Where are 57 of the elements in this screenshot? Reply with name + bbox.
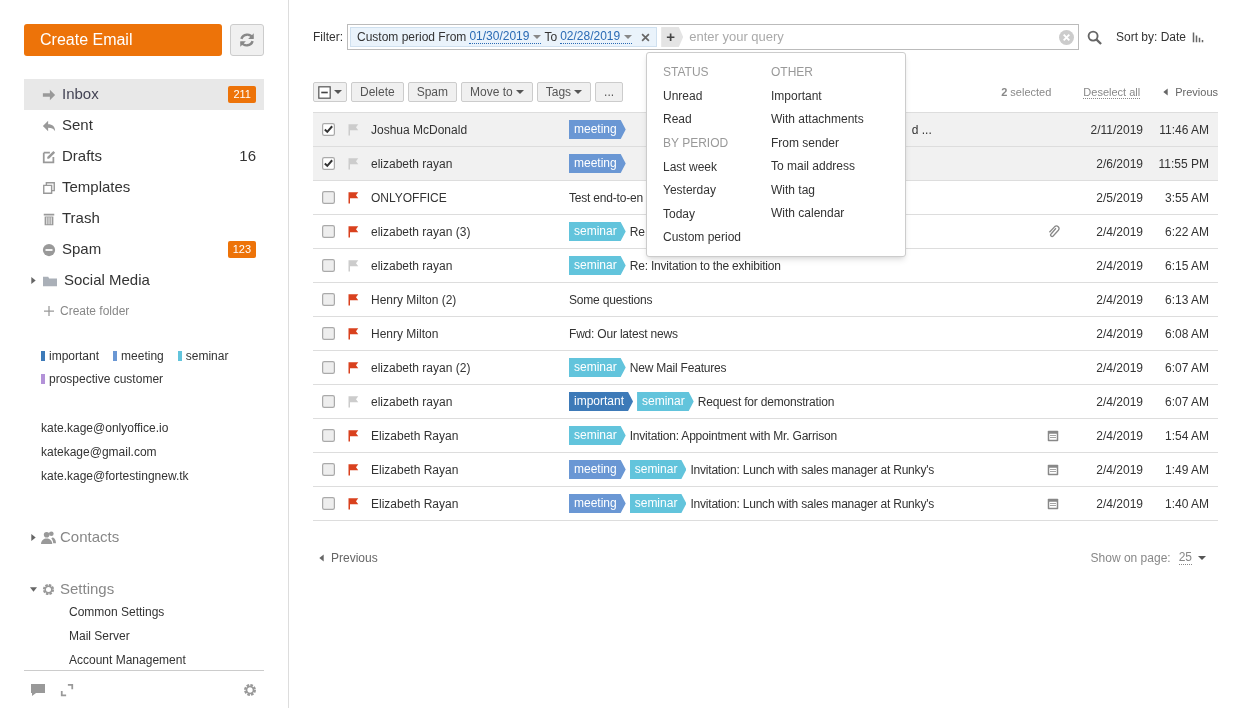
sender-name: Henry Milton xyxy=(371,325,440,343)
sender-name: elizabeth rayan xyxy=(371,155,454,173)
time-text: 11:46 AM xyxy=(1158,121,1210,139)
subject-text: Test end-to-en xyxy=(569,189,643,207)
time-text: 11:55 PM xyxy=(1157,155,1210,173)
subject-text: Some questions xyxy=(569,291,653,309)
filter-chip: Custom period From 01/30/2019 To 02/28/2019 xyxy=(350,27,658,47)
sender-name: Elizabeth Rayan xyxy=(371,495,460,513)
time-text: 6:08 AM xyxy=(1163,325,1210,343)
sender-name: Henry Milton (2) xyxy=(371,291,458,309)
date-text: 2/4/2019 xyxy=(1095,291,1143,309)
time-text: 6:07 AM xyxy=(1163,359,1210,377)
time-text: 6:13 AM xyxy=(1163,291,1210,309)
subject-text: Invitation: Lunch with sales manager at Runky's xyxy=(690,495,935,513)
sender-name: elizabeth rayan xyxy=(371,257,454,275)
time-text: 3:55 AM xyxy=(1163,189,1210,207)
date-text: 2/5/2019 xyxy=(1095,189,1143,207)
unread-count-badge: 123 xyxy=(227,241,256,258)
date-text: 2/4/2019 xyxy=(1095,223,1143,241)
time-text: 1:40 AM xyxy=(1163,495,1210,513)
subject-text: Invitation: Lunch with sales manager at Runky's xyxy=(690,461,935,479)
subject-text: Re xyxy=(629,223,645,241)
sender-name: Elizabeth Rayan xyxy=(371,427,460,445)
date-text: 2/11/2019 xyxy=(1089,121,1143,139)
sender-name: Elizabeth Rayan xyxy=(371,461,460,479)
subject-text: Invitation: Appointment with Mr. Garrison xyxy=(629,427,837,445)
unread-count-badge: 211 xyxy=(228,86,256,103)
date-text: 2/4/2019 xyxy=(1095,495,1143,513)
time-text: 1:54 AM xyxy=(1163,427,1210,445)
subject-text: Fwd: Our latest news xyxy=(569,325,678,343)
time-text: 6:22 AM xyxy=(1163,223,1210,241)
date-text: 2/4/2019 xyxy=(1095,257,1143,275)
time-text: 6:07 AM xyxy=(1163,393,1210,411)
date-text: 2/4/2019 xyxy=(1095,325,1143,343)
subject-text: Re: Invitation to the exhibition xyxy=(629,257,781,275)
page-size-label: Show on page: xyxy=(1090,550,1171,567)
sender-name: Joshua McDonald xyxy=(371,121,469,139)
date-text: 2/6/2019 xyxy=(1095,155,1143,173)
menu-heading: BY PERIOD xyxy=(663,136,730,150)
date-text: 2/4/2019 xyxy=(1095,393,1143,411)
filter-label: Filter: xyxy=(313,29,343,46)
item-count: 16 xyxy=(239,146,256,167)
subject-text: d ... xyxy=(911,121,932,139)
sender-name: elizabeth rayan (2) xyxy=(371,359,472,377)
time-text: 6:15 AM xyxy=(1163,257,1210,275)
subject-text: New Mail Features xyxy=(629,359,727,377)
sender-name: elizabeth rayan xyxy=(371,393,454,411)
menu-heading: OTHER xyxy=(771,65,814,79)
menu-heading: STATUS xyxy=(663,65,710,79)
date-text: 2/4/2019 xyxy=(1095,461,1143,479)
time-text: 1:49 AM xyxy=(1163,461,1210,479)
sender-name: ONLYOFFICE xyxy=(371,189,448,207)
sender-name: elizabeth rayan (3) xyxy=(371,223,472,241)
subject-text: Request for demonstration xyxy=(697,393,835,411)
date-text: 2/4/2019 xyxy=(1095,359,1143,377)
selection-count: 2 selected xyxy=(1001,84,1052,100)
date-text: 2/4/2019 xyxy=(1095,427,1143,445)
